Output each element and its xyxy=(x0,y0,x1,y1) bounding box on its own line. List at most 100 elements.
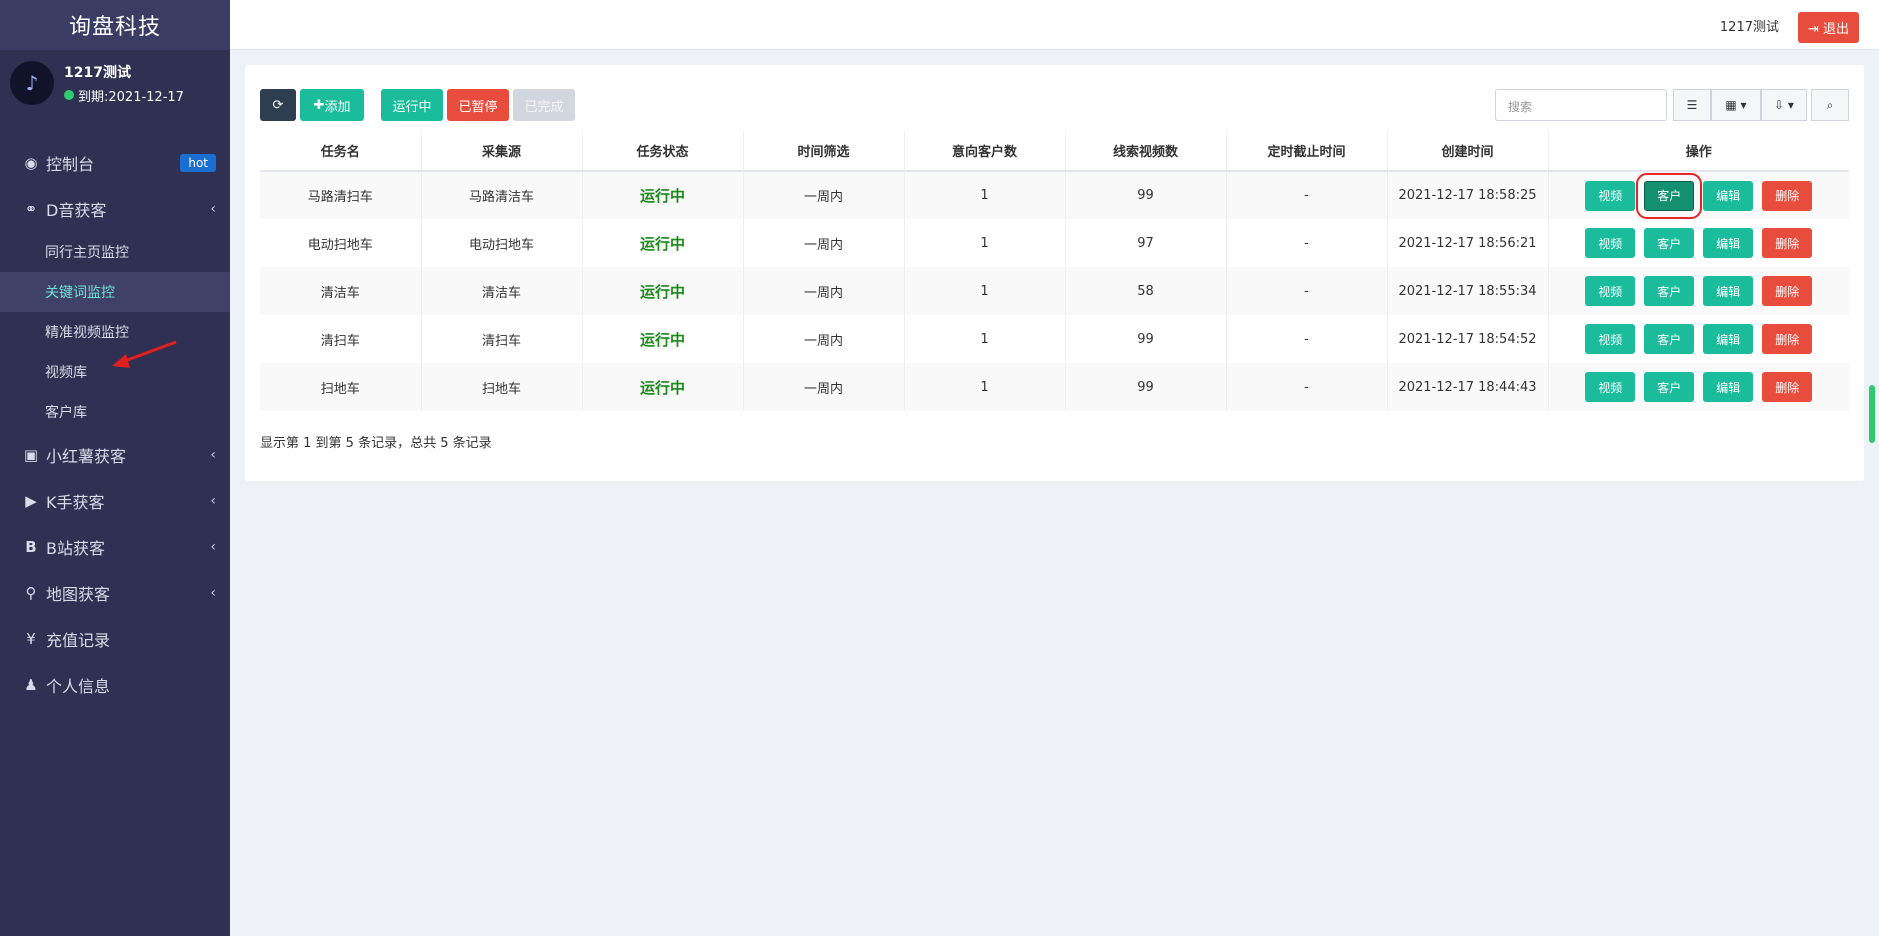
map-marker-icon: ⚲ xyxy=(25,584,37,602)
table-row: 马路清扫车 马路清洁车 运行中 一周内 1 99 - 2021-12-17 18… xyxy=(260,171,1849,219)
chevron-left-icon: ‹ xyxy=(210,201,216,217)
cell-deadline: - xyxy=(1226,219,1388,267)
chevron-left-icon: ‹ xyxy=(210,493,216,509)
cell-deadline: - xyxy=(1226,267,1388,315)
yen-icon: ¥ xyxy=(26,630,36,648)
col-header-videos[interactable]: 线索视频数 xyxy=(1065,131,1227,172)
table-header-row: 任务名 采集源 任务状态 时间筛选 意向客户数 线索视频数 定时截止时间 创建时… xyxy=(260,131,1849,172)
sidebar-subitem-peer-monitor[interactable]: 同行主页监控 xyxy=(0,232,230,272)
video-button[interactable]: 视频 xyxy=(1585,276,1636,306)
cell-time-filter: 一周内 xyxy=(743,219,905,267)
contact-book-icon: ▣ xyxy=(23,446,39,464)
filter-running-button[interactable]: 运行中 xyxy=(381,89,443,121)
sidebar-item-bilibili[interactable]: B B站获客 ‹ xyxy=(0,524,230,570)
customer-button[interactable]: 客户 xyxy=(1644,228,1695,258)
customer-button[interactable]: 客户 xyxy=(1644,324,1695,354)
col-header-source[interactable]: 采集源 xyxy=(421,131,583,172)
dashboard-icon: ◉ xyxy=(24,154,38,172)
filter-done-button[interactable]: 已完成 xyxy=(513,89,575,121)
cell-task-name: 清扫车 xyxy=(260,315,422,363)
sidebar-item-label: D音获客 xyxy=(46,201,107,220)
scrollbar[interactable] xyxy=(1869,385,1875,443)
cell-actions: 视频 客户 编辑 删除 xyxy=(1548,171,1849,219)
cell-task-name: 扫地车 xyxy=(260,363,422,411)
customer-button[interactable]: 客户 xyxy=(1644,276,1695,306)
sidebar-menu: ◉ 控制台 hot ⚭ D音获客 ‹ 同行主页监控 关键词监控 精准视频监控 视… xyxy=(0,140,230,708)
cell-actions: 视频 客户 编辑 删除 xyxy=(1548,267,1849,315)
toolbar: ⟳ ✚ 添加 运行中 已暂停 已完成 搜索 ☰ ▦ ▾ ⇩ ▾ ⌕ xyxy=(260,89,1849,121)
cell-status: 运行中 xyxy=(582,267,744,315)
cell-time-filter: 一周内 xyxy=(743,267,905,315)
chevron-left-icon: ‹ xyxy=(210,539,216,555)
customer-button[interactable]: 客户 xyxy=(1636,172,1703,219)
cell-videos: 99 xyxy=(1065,171,1227,219)
video-button[interactable]: 视频 xyxy=(1585,324,1636,354)
user-expire: 到期:2021-12-17 xyxy=(64,86,184,105)
add-button[interactable]: ✚ 添加 xyxy=(300,89,364,121)
video-button[interactable]: 视频 xyxy=(1585,180,1636,211)
filter-paused-button[interactable]: 已暂停 xyxy=(447,89,509,121)
col-header-time-filter[interactable]: 时间筛选 xyxy=(743,131,905,172)
edit-button[interactable]: 编辑 xyxy=(1703,324,1754,354)
grid-icon: ▦ ▾ xyxy=(1725,98,1747,112)
col-header-status[interactable]: 任务状态 xyxy=(582,131,744,172)
refresh-button[interactable]: ⟳ xyxy=(260,89,296,121)
edit-button[interactable]: 编辑 xyxy=(1703,372,1754,402)
sidebar-item-label: 个人信息 xyxy=(46,677,111,696)
toggle-view-button[interactable]: ☰ xyxy=(1673,89,1711,121)
sidebar-item-dashboard[interactable]: ◉ 控制台 hot xyxy=(0,140,230,186)
sidebar-item-douyin[interactable]: ⚭ D音获客 ‹ xyxy=(0,186,230,232)
delete-button[interactable]: 删除 xyxy=(1762,276,1813,306)
cell-videos: 99 xyxy=(1065,315,1227,363)
export-button[interactable]: ⇩ ▾ xyxy=(1761,89,1807,121)
customer-button[interactable]: 客户 xyxy=(1644,372,1695,402)
sidebar-subitem-keyword-monitor[interactable]: 关键词监控 xyxy=(0,272,230,312)
expire-text: 到期:2021-12-17 xyxy=(78,89,184,105)
video-button[interactable]: 视频 xyxy=(1585,228,1636,258)
play-circle-icon: ▶ xyxy=(25,492,37,510)
edit-button[interactable]: 编辑 xyxy=(1703,180,1754,211)
sidebar-item-map[interactable]: ⚲ 地图获客 ‹ xyxy=(0,570,230,616)
add-label: 添加 xyxy=(324,99,351,115)
col-header-task-name[interactable]: 任务名 xyxy=(260,131,422,172)
list-icon: ☰ xyxy=(1686,98,1698,112)
plus-icon: ✚ xyxy=(313,97,325,113)
cell-leads: 1 xyxy=(904,171,1066,219)
delete-button[interactable]: 删除 xyxy=(1762,372,1813,402)
cell-actions: 视频 客户 编辑 删除 xyxy=(1548,363,1849,411)
sidebar-item-xiaohongshu[interactable]: ▣ 小红薯获客 ‹ xyxy=(0,432,230,478)
red-arrow-annotation xyxy=(112,340,177,368)
cell-source: 扫地车 xyxy=(421,363,583,411)
top-bar: 1217测试 ⇥ 退出 xyxy=(230,0,1879,50)
cell-actions: 视频 客户 编辑 删除 xyxy=(1548,315,1849,363)
sidebar-subitem-customer-library[interactable]: 客户库 xyxy=(0,392,230,432)
delete-button[interactable]: 删除 xyxy=(1762,180,1813,211)
edit-button[interactable]: 编辑 xyxy=(1703,228,1754,258)
video-button[interactable]: 视频 xyxy=(1585,372,1636,402)
refresh-icon: ⟳ xyxy=(272,97,284,113)
search-input[interactable]: 搜索 xyxy=(1495,89,1667,121)
cell-time-filter: 一周内 xyxy=(743,171,905,219)
edit-button[interactable]: 编辑 xyxy=(1703,276,1754,306)
col-header-deadline[interactable]: 定时截止时间 xyxy=(1226,131,1388,172)
cell-created: 2021-12-17 18:54:52 xyxy=(1387,315,1549,363)
cell-leads: 1 xyxy=(904,219,1066,267)
export-icon: ⇩ ▾ xyxy=(1774,98,1794,112)
sidebar-item-profile[interactable]: ♟ 个人信息 xyxy=(0,662,230,708)
col-header-leads[interactable]: 意向客户数 xyxy=(904,131,1066,172)
delete-button[interactable]: 删除 xyxy=(1762,324,1813,354)
delete-button[interactable]: 删除 xyxy=(1762,228,1813,258)
logout-button[interactable]: ⇥ 退出 xyxy=(1797,12,1859,43)
cell-leads: 1 xyxy=(904,267,1066,315)
advanced-search-button[interactable]: ⌕ xyxy=(1811,89,1849,121)
chevron-left-icon: ‹ xyxy=(210,447,216,463)
columns-button[interactable]: ▦ ▾ xyxy=(1711,89,1761,121)
col-header-created[interactable]: 创建时间 xyxy=(1387,131,1549,172)
sidebar-item-recharge[interactable]: ¥ 充值记录 xyxy=(0,616,230,662)
user-panel: ♪ 1217测试 到期:2021-12-17 xyxy=(0,50,230,116)
cell-deadline: - xyxy=(1226,363,1388,411)
sidebar-item-label: 控制台 xyxy=(46,155,95,174)
cell-actions: 视频 客户 编辑 删除 xyxy=(1548,219,1849,267)
sidebar-item-kuaishou[interactable]: ▶ K手获客 ‹ xyxy=(0,478,230,524)
cell-status: 运行中 xyxy=(582,171,744,219)
